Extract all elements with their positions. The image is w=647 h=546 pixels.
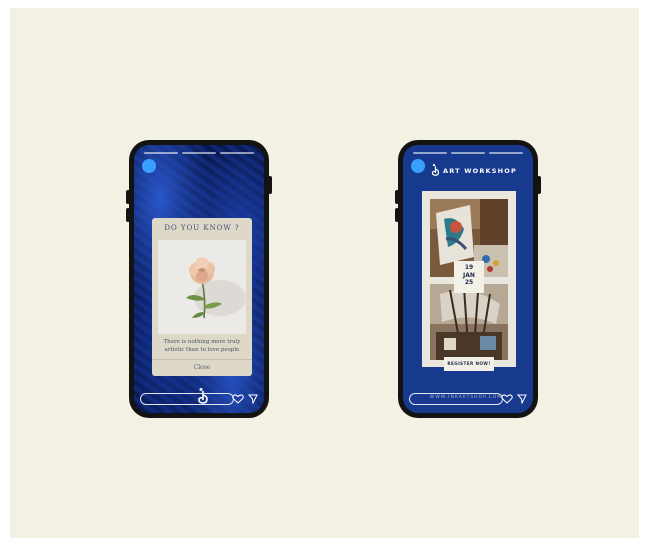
date-day: 19	[464, 264, 474, 271]
did-you-know-card: DO YOU KNOW ? There is nothing more trul…	[152, 218, 252, 376]
progress-segment	[451, 152, 485, 154]
send-icon[interactable]	[517, 394, 527, 404]
progress-segment	[182, 152, 216, 154]
message-input[interactable]	[409, 393, 503, 405]
avatar[interactable]	[411, 159, 425, 173]
card-title: DO YOU KNOW ?	[164, 224, 240, 232]
mockup-canvas: DO YOU KNOW ? There is nothing more trul…	[10, 8, 639, 538]
story-screen-right: ART WORKSHOP 19 JAN 25 REGISTER NOW! WWW…	[403, 145, 533, 413]
story-progress-bar	[144, 152, 254, 154]
progress-segment	[489, 152, 523, 154]
progress-segment	[413, 152, 447, 154]
progress-segment	[220, 152, 254, 154]
phone-mockup-left: DO YOU KNOW ? There is nothing more trul…	[126, 140, 272, 418]
date-year: 25	[464, 279, 474, 286]
power-button	[268, 176, 272, 194]
brand-logo-icon	[431, 164, 440, 176]
side-button	[126, 190, 130, 204]
close-button[interactable]: Close	[152, 364, 252, 371]
progress-segment	[144, 152, 178, 154]
register-button[interactable]: REGISTER NOW!	[444, 357, 494, 371]
story-progress-bar	[413, 152, 523, 154]
power-button	[537, 176, 541, 194]
workshop-title: ART WORKSHOP	[443, 167, 517, 175]
card-quote: There is nothing more truly artistic tha…	[163, 339, 241, 353]
story-screen-left: DO YOU KNOW ? There is nothing more trul…	[134, 145, 264, 413]
date-month: JAN	[463, 271, 475, 279]
heart-icon[interactable]	[232, 394, 244, 404]
send-icon[interactable]	[248, 394, 258, 404]
side-button	[126, 208, 130, 222]
photo-frame: 19 JAN 25 REGISTER NOW!	[422, 191, 516, 371]
side-button	[395, 208, 399, 222]
event-date: 19 JAN 25	[454, 261, 484, 293]
brushes-photo	[430, 284, 508, 360]
card-divider	[152, 359, 252, 360]
avatar[interactable]	[142, 159, 156, 173]
heart-icon[interactable]	[501, 394, 513, 404]
phone-mockup-right: ART WORKSHOP 19 JAN 25 REGISTER NOW! WWW…	[395, 140, 541, 418]
message-input[interactable]	[140, 393, 234, 405]
flower-photo	[158, 240, 246, 334]
side-button	[395, 190, 399, 204]
